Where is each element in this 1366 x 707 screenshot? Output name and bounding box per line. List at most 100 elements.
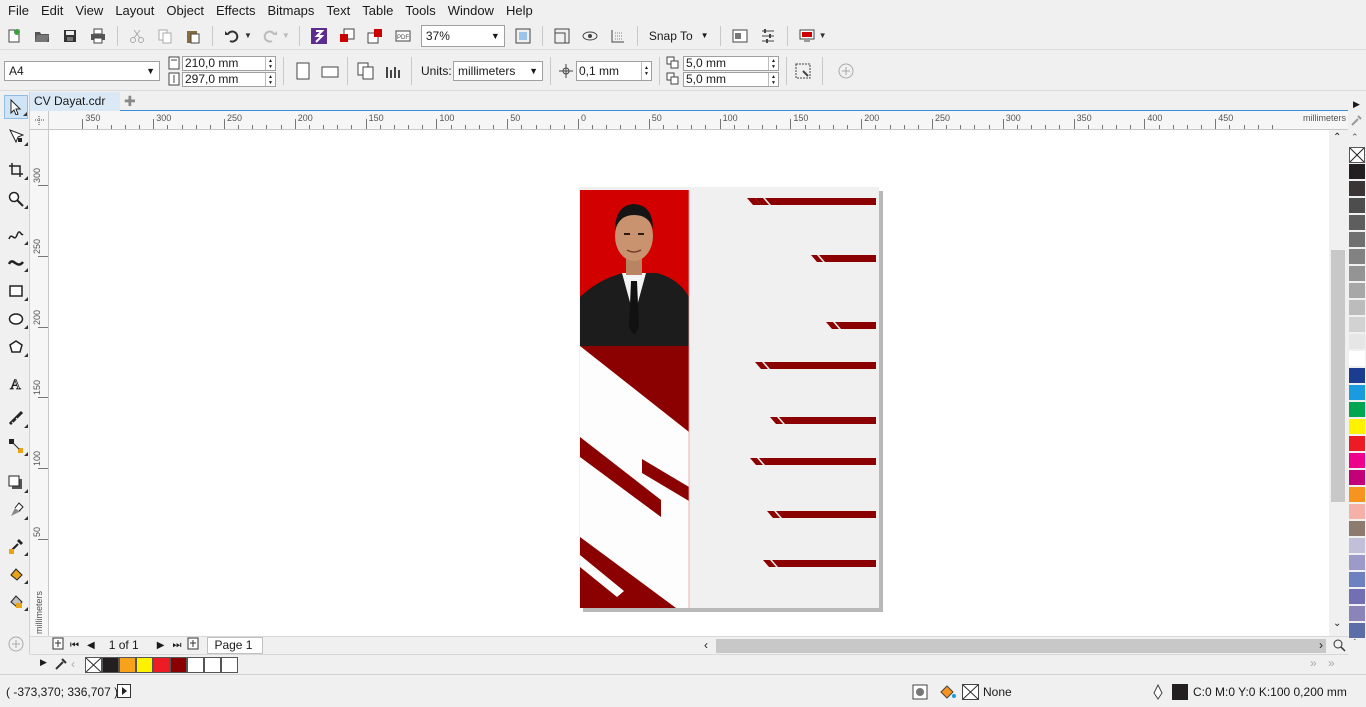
- doc-palette-swatch[interactable]: [221, 657, 238, 673]
- open-icon[interactable]: [31, 25, 53, 47]
- tab-cv-dayat[interactable]: CV Dayat.cdr: [30, 92, 120, 111]
- palette-swatch[interactable]: [1349, 538, 1365, 554]
- palette-swatch[interactable]: [1349, 232, 1365, 248]
- text-tool[interactable]: A: [4, 371, 28, 395]
- last-page-icon[interactable]: ⏭: [172, 640, 181, 651]
- artistic-media-tool[interactable]: [4, 250, 28, 274]
- palette-swatch[interactable]: [1349, 215, 1365, 231]
- save-icon[interactable]: [59, 25, 81, 47]
- redo-icon[interactable]: [259, 25, 281, 47]
- scrollbar-thumb[interactable]: [1331, 250, 1345, 502]
- palette-swatch[interactable]: [1349, 521, 1365, 537]
- ruler-origin[interactable]: [30, 111, 49, 130]
- chevron-down-icon[interactable]: ▼: [819, 31, 827, 40]
- launch-icon[interactable]: [796, 25, 818, 47]
- palette-swatch[interactable]: [1349, 266, 1365, 282]
- pick-tool[interactable]: [4, 95, 28, 119]
- palette-swatch[interactable]: [1349, 453, 1365, 469]
- spin-arrows-icon[interactable]: ▲ ▼: [768, 57, 778, 70]
- palette-swatch[interactable]: [1349, 606, 1365, 622]
- import-icon[interactable]: [336, 25, 358, 47]
- palette-swatch[interactable]: [1349, 181, 1365, 197]
- palette-swatch[interactable]: [1349, 300, 1365, 316]
- undo-icon[interactable]: [221, 25, 243, 47]
- quick-customize-icon[interactable]: [835, 58, 857, 84]
- doc-palette-swatch[interactable]: [136, 657, 153, 673]
- add-page-after-icon[interactable]: [187, 637, 199, 653]
- drop-shadow-tool[interactable]: [4, 471, 28, 495]
- chevron-down-icon[interactable]: ▼: [282, 31, 290, 40]
- export-icon[interactable]: [364, 25, 386, 47]
- chevron-down-icon[interactable]: ▼: [244, 31, 252, 40]
- interactive-fill-tool[interactable]: [4, 562, 28, 586]
- zoom-navigator-icon[interactable]: [1332, 638, 1346, 655]
- transparency-tool[interactable]: [4, 498, 28, 522]
- palette-swatch[interactable]: [1349, 419, 1365, 435]
- paste-icon[interactable]: [182, 25, 204, 47]
- page-a4[interactable]: [579, 187, 879, 608]
- scroll-right-icon[interactable]: ›: [1319, 638, 1323, 652]
- zoom-level-select[interactable]: 37% ▼: [420, 24, 505, 47]
- show-rulers-icon[interactable]: [579, 25, 601, 47]
- next-page-icon[interactable]: ▶: [157, 640, 165, 651]
- add-tool-icon[interactable]: [4, 632, 28, 656]
- fill-bucket-icon[interactable]: [939, 684, 957, 703]
- scroll-down-icon[interactable]: ⌄: [1333, 618, 1341, 629]
- ellipse-tool[interactable]: [4, 307, 28, 331]
- menu-tools[interactable]: Tools: [399, 0, 441, 22]
- menu-table[interactable]: Table: [356, 0, 399, 22]
- palette-swatch[interactable]: [1349, 198, 1365, 214]
- treat-as-filled-icon[interactable]: [792, 58, 814, 84]
- palette-swatch[interactable]: [1349, 317, 1365, 333]
- add-tab-icon[interactable]: ✚: [124, 94, 136, 108]
- drawing-canvas[interactable]: [49, 130, 1329, 636]
- parallel-dimension-tool[interactable]: [4, 406, 28, 430]
- vertical-ruler[interactable]: millimeters 300 250 200 150 100 50: [30, 130, 49, 636]
- doc-palette-left-icon[interactable]: ‹: [71, 657, 75, 671]
- doc-palette-menu-icon[interactable]: »: [1328, 656, 1335, 670]
- menu-bitmaps[interactable]: Bitmaps: [261, 0, 320, 22]
- shape-tool[interactable]: [4, 124, 28, 148]
- palette-swatch[interactable]: [1349, 487, 1365, 503]
- menu-text[interactable]: Text: [320, 0, 356, 22]
- page-width-field[interactable]: 210,0 mm ▲ ▼: [182, 56, 276, 71]
- page-height-field[interactable]: 297,0 mm ▲ ▼: [182, 72, 276, 87]
- nudge-distance-field[interactable]: 0,1 mm ▲ ▼: [576, 61, 652, 81]
- palette-swatch[interactable]: [1349, 572, 1365, 588]
- palette-swatch[interactable]: [1349, 623, 1365, 639]
- application-settings-icon[interactable]: [757, 25, 779, 47]
- palette-swatch[interactable]: [1349, 368, 1365, 384]
- smart-fill-tool[interactable]: [4, 589, 28, 613]
- palette-swatch[interactable]: [1349, 283, 1365, 299]
- palette-swatch[interactable]: [1349, 436, 1365, 452]
- copy-icon[interactable]: [154, 25, 176, 47]
- page-tab-1[interactable]: Page 1: [207, 636, 264, 654]
- doc-palette-swatch[interactable]: [204, 657, 221, 673]
- menu-view[interactable]: View: [69, 0, 109, 22]
- freehand-tool[interactable]: [4, 223, 28, 247]
- show-grid-icon[interactable]: [607, 25, 629, 47]
- eyedropper-icon[interactable]: [1351, 114, 1363, 129]
- zoom-box-icon[interactable]: [512, 25, 534, 47]
- palette-flyout-icon[interactable]: ▶: [1353, 99, 1360, 110]
- outline-pen-icon[interactable]: [1151, 683, 1165, 703]
- palette-swatch[interactable]: [1349, 351, 1365, 367]
- eyedropper-icon[interactable]: [54, 657, 68, 674]
- menu-help[interactable]: Help: [500, 0, 539, 22]
- full-screen-preview-icon[interactable]: [551, 25, 573, 47]
- fill-none-swatch[interactable]: [962, 684, 979, 700]
- vertical-scrollbar[interactable]: ⌃ ⌄: [1329, 130, 1348, 636]
- palette-swatch[interactable]: [1349, 589, 1365, 605]
- spin-arrows-icon[interactable]: ▲ ▼: [265, 73, 275, 86]
- snap-to-dropdown[interactable]: Snap To ▼: [643, 25, 715, 47]
- search-content-icon[interactable]: [308, 25, 330, 47]
- horizontal-scrollbar-thumb[interactable]: [716, 639, 1326, 653]
- spin-arrows-icon[interactable]: ▲ ▼: [768, 73, 778, 86]
- duplicate-x-field[interactable]: 5,0 mm ▲ ▼: [683, 56, 779, 71]
- palette-swatch[interactable]: [1349, 164, 1365, 180]
- spin-arrows-icon[interactable]: ▲ ▼: [265, 57, 275, 70]
- add-page-before-icon[interactable]: [52, 637, 64, 653]
- outline-color-swatch[interactable]: [1172, 684, 1188, 700]
- palette-swatch[interactable]: [1349, 334, 1365, 350]
- menu-effects[interactable]: Effects: [210, 0, 262, 22]
